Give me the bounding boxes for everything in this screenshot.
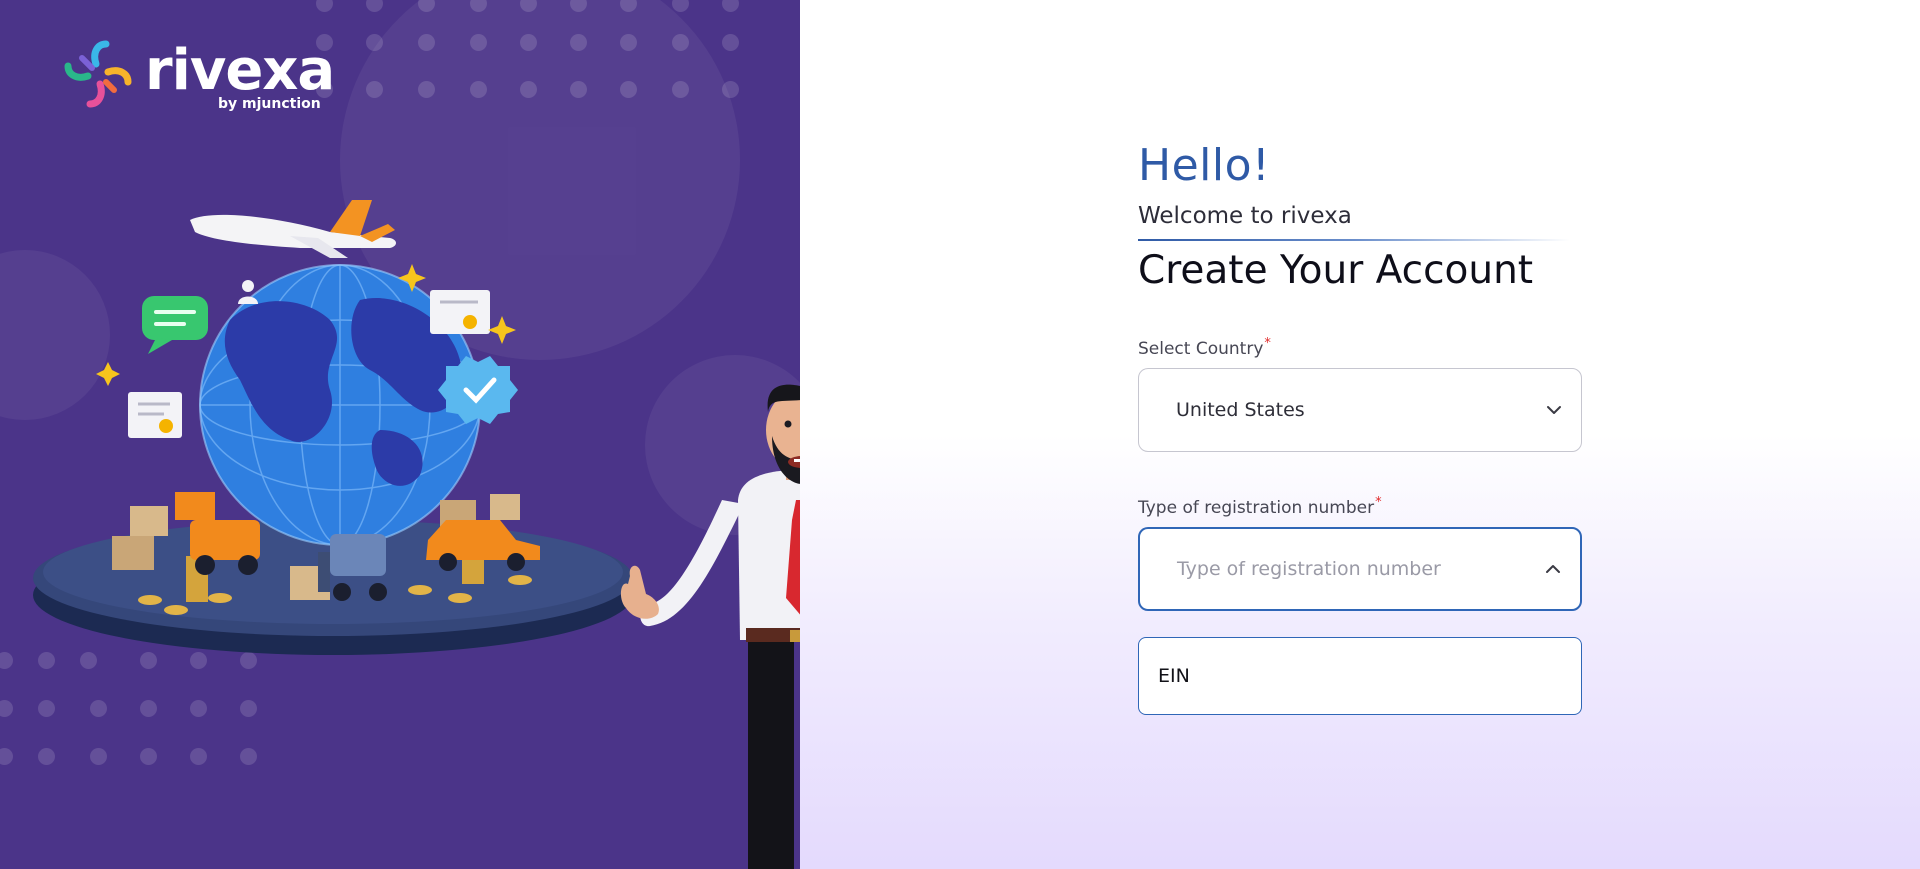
chevron-up-icon[interactable] [1544, 560, 1562, 578]
greeting-heading: Hello! [1138, 140, 1271, 191]
registration-type-placeholder: Type of registration number [1177, 558, 1441, 580]
page-title: Create Your Account [1138, 248, 1534, 293]
divider [1138, 239, 1570, 241]
registration-type-select[interactable]: Type of registration number [1138, 527, 1582, 611]
option-label: EIN [1158, 665, 1190, 687]
hero-panel: rivexa by mjunction [0, 0, 800, 869]
country-select[interactable]: United States [1138, 368, 1582, 452]
mascot-character [620, 384, 800, 869]
country-label: Select Country* [1138, 336, 1271, 359]
registration-type-label-text: Type of registration number [1138, 498, 1375, 518]
country-label-text: Select Country [1138, 339, 1264, 359]
hero-illustration [33, 200, 800, 869]
chevron-down-icon[interactable] [1545, 401, 1563, 419]
airplane-icon [190, 200, 396, 258]
create-account-form: Hello! Welcome to rivexa Create Your Acc… [1138, 140, 1582, 715]
required-mark: * [1264, 336, 1271, 351]
registration-type-option-ein[interactable]: EIN [1138, 637, 1582, 715]
chat-bubble-icon [142, 296, 208, 354]
required-mark: * [1375, 495, 1382, 510]
country-select-value: United States [1176, 399, 1305, 421]
registration-type-label: Type of registration number* [1138, 495, 1382, 518]
user-icon [238, 280, 258, 304]
welcome-text: Welcome to rivexa [1138, 203, 1352, 229]
